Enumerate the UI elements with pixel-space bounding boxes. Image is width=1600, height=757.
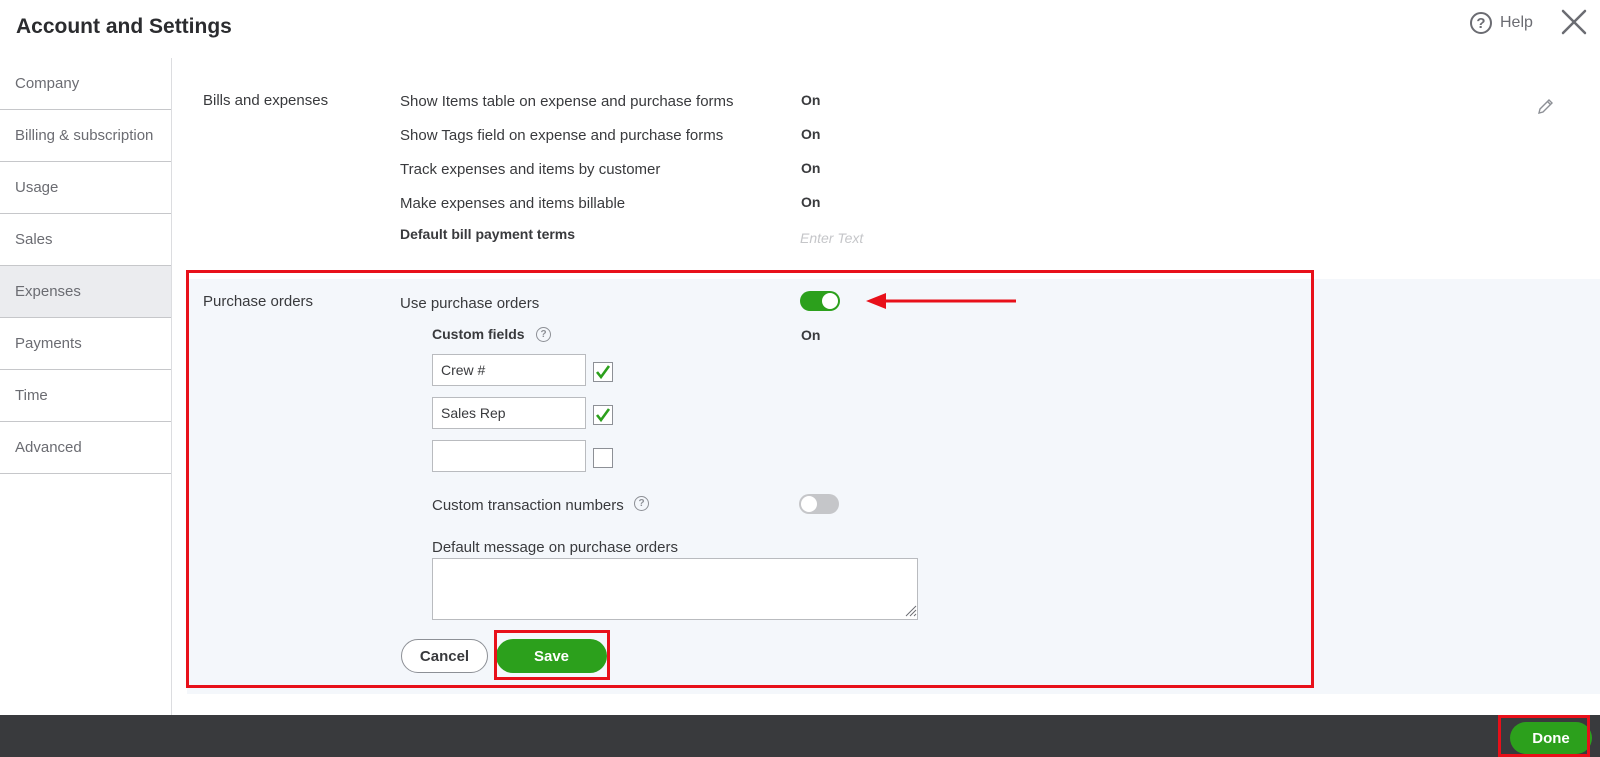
purchase-orders-panel: [187, 279, 1600, 694]
help-button[interactable]: ? Help: [1470, 12, 1533, 34]
sidebar-item-label: Payments: [15, 335, 82, 352]
sidebar: Company Billing & subscription Usage Sal…: [0, 58, 172, 715]
sidebar-item-time[interactable]: Time: [0, 370, 171, 422]
custom-field-input-1[interactable]: [432, 354, 586, 386]
settings-content: Bills and expenses Show Items table on e…: [172, 58, 1600, 715]
sidebar-item-label: Usage: [15, 179, 59, 196]
toggle-knob: [801, 496, 817, 512]
default-message-label: Default message on purchase orders: [432, 539, 678, 556]
default-message-textarea[interactable]: [432, 558, 918, 620]
custom-transaction-numbers-toggle[interactable]: [799, 494, 839, 514]
sidebar-item-label: Sales: [15, 231, 53, 248]
sidebar-item-payments[interactable]: Payments: [0, 318, 171, 370]
close-icon[interactable]: [1560, 8, 1588, 36]
cancel-button[interactable]: Cancel: [401, 639, 488, 673]
sidebar-item-label: Company: [15, 75, 80, 92]
custom-field-checkbox-2[interactable]: [593, 405, 613, 425]
sidebar-item-billing[interactable]: Billing & subscription: [0, 110, 171, 162]
bills-row-value: On: [801, 160, 821, 176]
annotation-arrow-icon: [866, 293, 1016, 309]
checkmark-icon: [595, 408, 611, 423]
edit-pencil-icon[interactable]: [1536, 96, 1556, 116]
bills-row-label: Make expenses and items billable: [400, 195, 626, 212]
done-button[interactable]: Done: [1510, 722, 1592, 754]
default-bill-terms-placeholder[interactable]: Enter Text: [800, 230, 863, 246]
custom-transaction-help-icon[interactable]: ?: [634, 496, 649, 511]
checkmark-icon: [595, 365, 611, 380]
sidebar-item-label: Advanced: [15, 439, 82, 456]
sidebar-item-expenses[interactable]: Expenses: [0, 266, 171, 318]
custom-field-checkbox-3[interactable]: [593, 448, 613, 468]
sidebar-item-label: Billing & subscription: [15, 127, 154, 144]
header: Account and Settings ? Help: [0, 0, 1600, 58]
page-title: Account and Settings: [16, 15, 232, 38]
bills-row-label: Show Items table on expense and purchase…: [400, 93, 734, 110]
sidebar-item-label: Time: [15, 387, 48, 404]
sidebar-item-sales[interactable]: Sales: [0, 214, 171, 266]
bills-section-label: Bills and expenses: [203, 92, 329, 109]
bills-row-label: Track expenses and items by customer: [400, 161, 661, 178]
footer-bar: Done: [0, 715, 1600, 757]
custom-field-input-3[interactable]: [432, 440, 586, 472]
bills-row-value: On: [801, 194, 821, 210]
purchase-orders-section-label: Purchase orders: [203, 293, 314, 310]
help-label: Help: [1500, 14, 1533, 31]
custom-field-input-2[interactable]: [432, 397, 586, 429]
bills-row-label: Show Tags field on expense and purchase …: [400, 127, 724, 144]
bills-row-value: On: [801, 126, 821, 142]
custom-fields-help-icon[interactable]: ?: [536, 327, 551, 342]
default-bill-terms-label: Default bill payment terms: [400, 226, 576, 242]
use-purchase-orders-label: Use purchase orders: [400, 295, 540, 312]
bills-row-value: On: [801, 92, 821, 108]
custom-field-checkbox-1[interactable]: [593, 362, 613, 382]
sidebar-item-company[interactable]: Company: [0, 58, 171, 110]
toggle-knob: [822, 293, 838, 309]
custom-fields-value: On: [801, 327, 821, 343]
use-purchase-orders-toggle[interactable]: [800, 291, 840, 311]
custom-transaction-numbers-label: Custom transaction numbers: [432, 497, 624, 514]
resize-grip-icon[interactable]: [905, 605, 917, 617]
sidebar-item-usage[interactable]: Usage: [0, 162, 171, 214]
sidebar-item-label: Expenses: [15, 283, 81, 300]
sidebar-item-advanced[interactable]: Advanced: [0, 422, 171, 474]
help-icon: ?: [1470, 12, 1492, 34]
custom-fields-label: Custom fields: [432, 326, 525, 342]
save-button[interactable]: Save: [496, 639, 607, 673]
